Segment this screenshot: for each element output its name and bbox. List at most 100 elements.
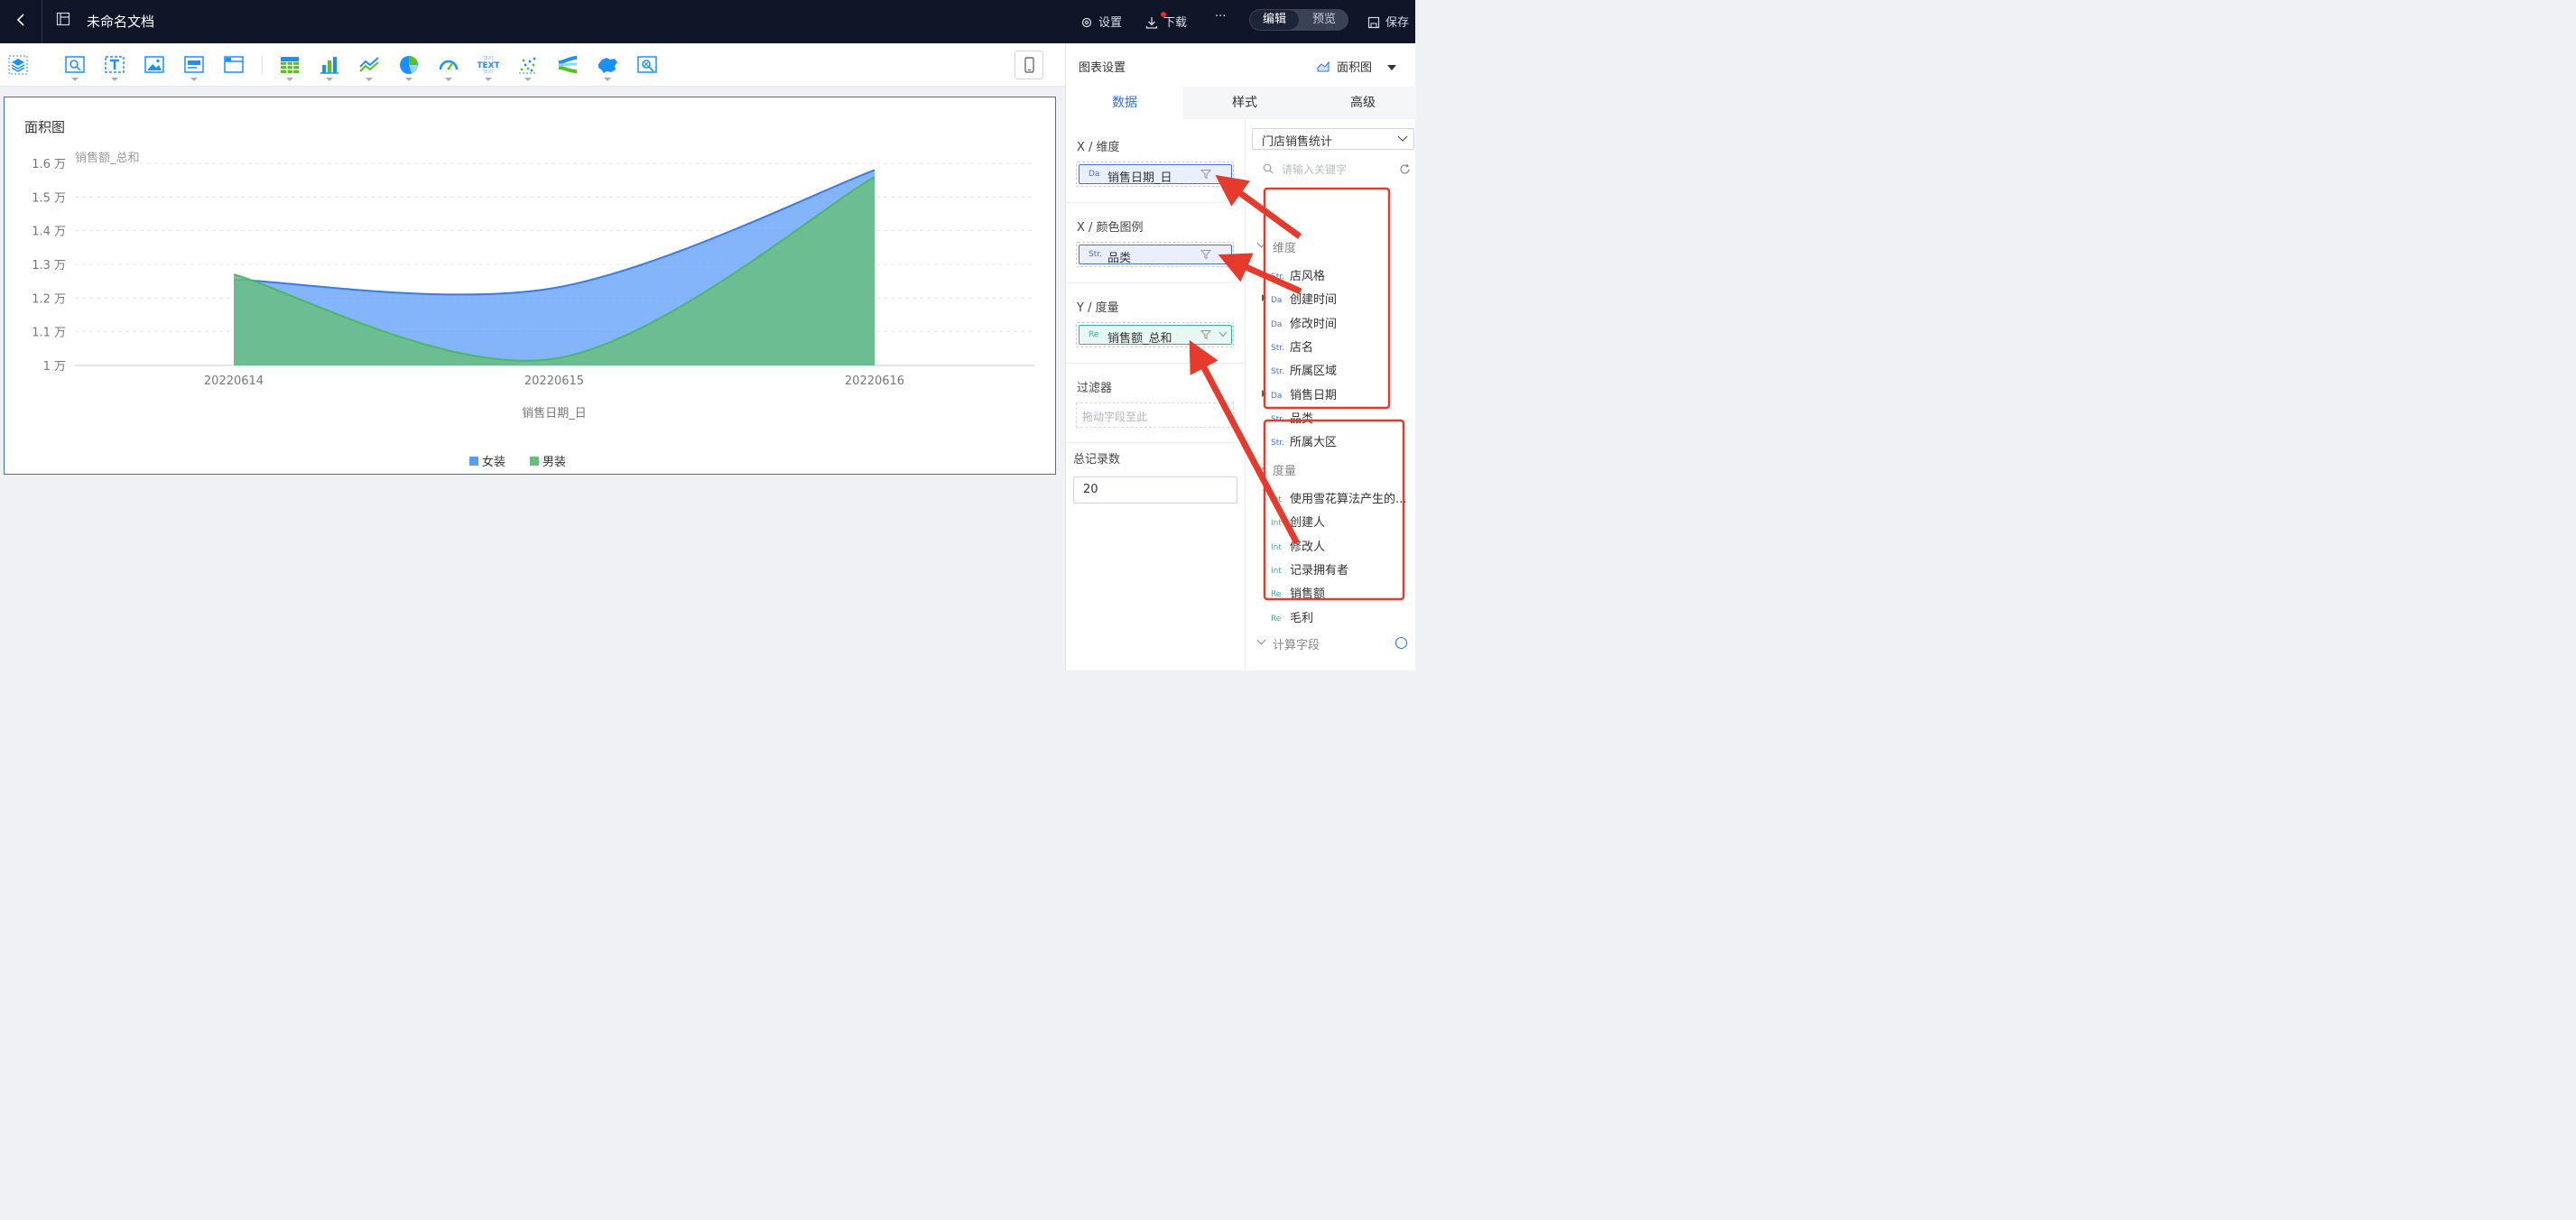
layers-tool[interactable] — [7, 54, 29, 76]
tab-advanced[interactable]: 高级 — [1304, 87, 1422, 119]
x-dimension-pill[interactable]: Da 销售日期_日 — [1079, 164, 1232, 185]
field-type-badge: Str. — [1271, 343, 1284, 353]
x-dimension-dropzone[interactable]: Da 销售日期_日 — [1076, 162, 1234, 187]
divider — [1066, 282, 1245, 283]
measure-field-item[interactable]: Int 使用雪花算法产生的... — [1271, 489, 1415, 507]
mode-toggle[interactable]: 编辑 预览 — [1249, 9, 1348, 31]
dimension-field-item[interactable]: Str. 店风格 — [1271, 266, 1415, 284]
field-type-badge: Str. — [1089, 250, 1102, 259]
field-type-badge: Da — [1271, 391, 1283, 401]
table-tool[interactable] — [279, 54, 301, 81]
tabs-icon — [224, 56, 244, 73]
area-chart-card[interactable]: 面积图 1 万 1.1 万 1.2 万 1.3 万 1.4 万 1.5 万 1.6 万销售额… — [4, 97, 1056, 475]
filter-icon[interactable] — [1200, 249, 1211, 260]
text-chart-tool[interactable]: TEXT TEXT TEXT — [477, 54, 501, 81]
y-measure-pill[interactable]: Re 销售额_总和 — [1079, 325, 1232, 346]
refresh-icon[interactable] — [1399, 163, 1411, 175]
tabs-tool[interactable] — [223, 54, 245, 76]
query-tool[interactable] — [64, 54, 86, 81]
measure-field-item[interactable]: Re 销售额 — [1271, 584, 1415, 602]
field-search[interactable]: 请输入关键字 — [1252, 157, 1414, 180]
field-name: 所属区域 — [1290, 365, 1338, 379]
preview-mode-button[interactable]: 预览 — [1300, 9, 1348, 31]
field-type-badge: Int — [1271, 519, 1282, 529]
field-name: 创建人 — [1290, 516, 1326, 531]
expand-arrow-icon[interactable] — [1262, 389, 1266, 397]
caret-down-icon — [1387, 65, 1397, 70]
mobile-phone-icon — [1024, 57, 1034, 73]
chevron-left-icon[interactable] — [13, 11, 31, 29]
dimension-field-item[interactable]: Str. 品类 — [1271, 409, 1415, 427]
mobile-preview-button[interactable] — [1015, 51, 1043, 79]
chevron-down-icon[interactable] — [1256, 238, 1266, 248]
x-color-label: X / 颜色图例 — [1077, 221, 1144, 235]
document-title[interactable]: 未命名文档 — [87, 12, 154, 31]
dimension-field-item[interactable]: Str. 所属区域 — [1271, 361, 1415, 379]
chart-type-label: 面积图 — [1337, 61, 1373, 75]
legend-swatch[interactable] — [469, 457, 478, 466]
legend-label[interactable]: 男装 — [542, 456, 566, 469]
sankey-tool[interactable] — [557, 54, 579, 76]
settings-label: 设置 — [1098, 16, 1123, 30]
field-name: 销售额 — [1290, 587, 1326, 602]
chevron-down-icon[interactable] — [1256, 635, 1266, 645]
field-type-badge: Da — [1089, 170, 1100, 179]
dataset-name: 门店销售统计 — [1262, 135, 1333, 149]
top-bar: 未命名文档 设置 下载 ··· 编辑 预览 保存 — [0, 0, 1415, 43]
chevron-down-icon[interactable] — [1256, 461, 1266, 471]
filter-dropzone[interactable]: 拖动字段至此 — [1076, 402, 1234, 428]
chevron-down-icon[interactable] — [1219, 331, 1228, 337]
legend-swatch[interactable] — [530, 457, 539, 466]
screenshot-tool[interactable] — [636, 54, 658, 76]
measure-group-label[interactable]: 度量 — [1273, 461, 1296, 478]
card-tool[interactable] — [183, 54, 205, 81]
pie-chart-tool[interactable] — [398, 54, 420, 81]
dimension-field-item[interactable]: Str. 店名 — [1271, 337, 1415, 356]
bar-chart-icon — [320, 57, 338, 74]
download-button[interactable]: 下载 — [1145, 13, 1187, 30]
chart-settings-panel: 图表设置 面积图 数据 样式 高级 X / 维度 Da 销售日期_日 X / 颜… — [1065, 43, 1416, 670]
add-calc-field-icon[interactable] — [1395, 637, 1407, 649]
dimension-field-item[interactable]: Da 修改时间 — [1271, 314, 1415, 332]
tab-data[interactable]: 数据 — [1066, 87, 1183, 119]
more-button[interactable]: ··· — [1215, 10, 1226, 23]
chart-type-selector[interactable]: 面积图 — [1317, 58, 1397, 75]
y-tick-label: 1 万 — [43, 360, 66, 374]
scatter-tool[interactable] — [517, 54, 539, 81]
y-measure-dropzone[interactable]: Re 销售额_总和 — [1076, 322, 1234, 347]
measure-field-item[interactable]: Int 修改人 — [1271, 537, 1415, 555]
gauge-icon — [439, 60, 459, 70]
x-tick-label: 20220615 — [524, 374, 584, 388]
y-tick-label: 1.1 万 — [32, 327, 66, 340]
text-tool[interactable] — [104, 54, 125, 81]
dimension-field-item[interactable]: Str. 所属大区 — [1271, 432, 1415, 450]
settings-button[interactable]: 设置 — [1080, 13, 1122, 30]
total-records-input[interactable]: 20 — [1073, 476, 1237, 504]
line-chart-tool[interactable] — [358, 54, 380, 81]
y-tick-label: 1.2 万 — [32, 292, 66, 306]
save-button[interactable]: 保存 — [1367, 13, 1409, 30]
svg-text:TEXT: TEXT — [482, 69, 496, 75]
bar-chart-tool[interactable] — [319, 54, 340, 81]
gauge-tool[interactable] — [438, 54, 459, 81]
expand-arrow-icon[interactable] — [1262, 294, 1266, 302]
dimension-group-label[interactable]: 维度 — [1273, 238, 1296, 255]
map-tool[interactable] — [597, 54, 618, 81]
x-color-dropzone[interactable]: Str. 品类 — [1076, 242, 1234, 267]
image-tool[interactable] — [144, 54, 165, 76]
field-type-badge: Int — [1271, 566, 1282, 576]
edit-mode-button[interactable]: 编辑 — [1250, 10, 1299, 30]
field-name: 修改人 — [1290, 540, 1326, 554]
measure-field-item[interactable]: Int 创建人 — [1271, 513, 1415, 531]
measure-field-item[interactable]: Int 记录拥有者 — [1271, 560, 1415, 578]
dimension-field-item[interactable]: Da 销售日期 — [1271, 385, 1415, 403]
measure-field-item[interactable]: Re 毛利 — [1271, 608, 1415, 626]
filter-icon[interactable] — [1200, 169, 1211, 180]
legend-label[interactable]: 女装 — [482, 455, 505, 469]
dataset-select[interactable]: 门店销售统计 — [1252, 128, 1414, 150]
tab-style[interactable]: 样式 — [1186, 87, 1303, 119]
calc-field-group-label[interactable]: 计算字段 — [1273, 635, 1320, 652]
dimension-field-item[interactable]: Da 创建时间 — [1271, 290, 1415, 308]
filter-icon[interactable] — [1200, 329, 1211, 340]
x-color-pill[interactable]: Str. 品类 — [1079, 245, 1232, 265]
